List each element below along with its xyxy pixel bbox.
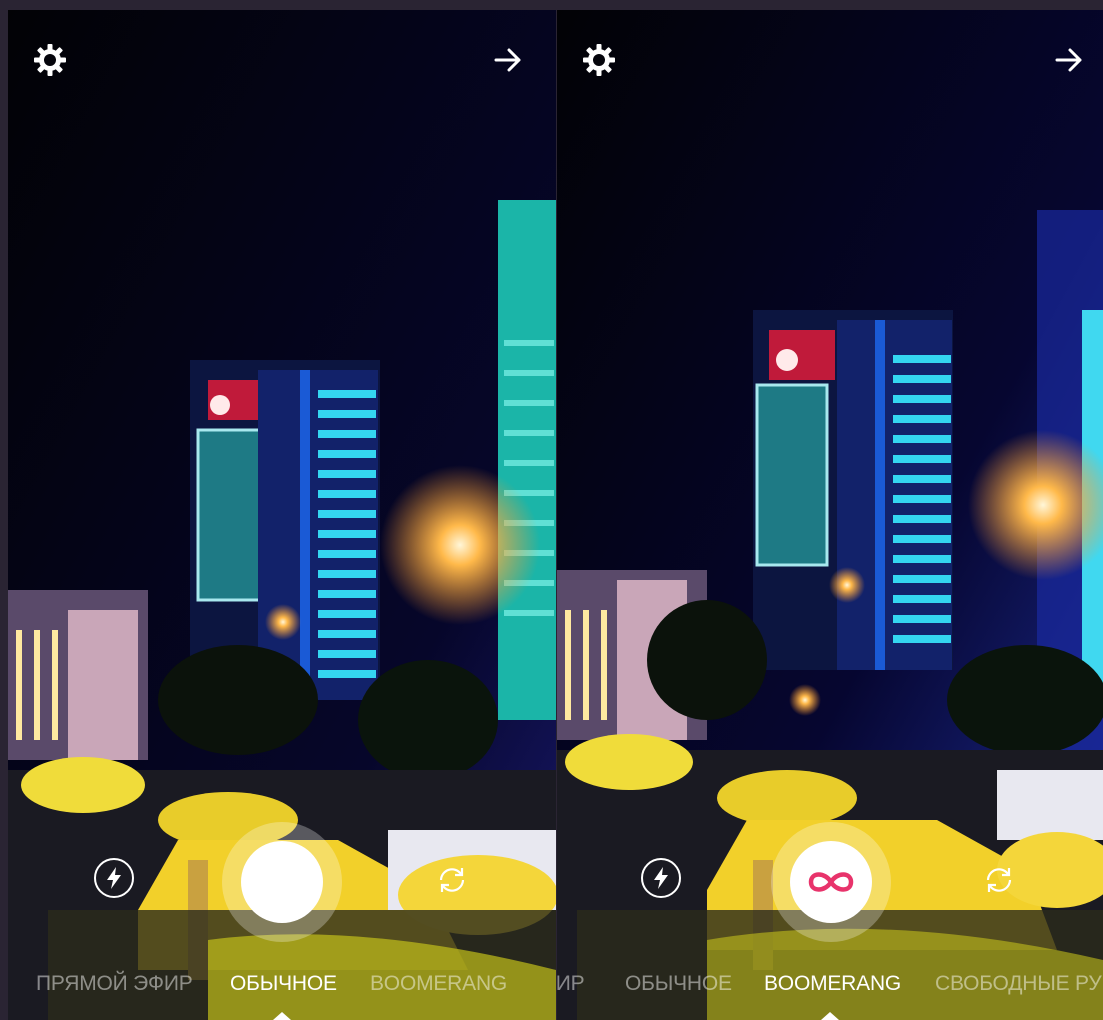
flash-icon[interactable]: [641, 858, 681, 898]
settings-gear-icon[interactable]: [579, 40, 619, 80]
infinity-icon: [808, 872, 854, 892]
camera-screen-normal: ПРЯМОЙ ЭФИР ОБЫЧНОЕ BOOMERANG: [8, 10, 556, 1020]
boomerang-shutter-button[interactable]: [771, 822, 891, 942]
flip-camera-icon[interactable]: [981, 862, 1017, 898]
mode-normal[interactable]: ОБЫЧНОЕ: [230, 972, 337, 996]
flash-icon[interactable]: [94, 858, 134, 898]
settings-gear-icon[interactable]: [30, 40, 70, 80]
shutter-button[interactable]: [222, 822, 342, 942]
mode-hands-free[interactable]: СВОБОДНЫЕ РУКИ: [935, 972, 1103, 996]
shutter-button-inner[interactable]: [241, 841, 323, 923]
mode-boomerang[interactable]: BOOMERANG: [370, 972, 507, 996]
mode-boomerang[interactable]: BOOMERANG: [764, 972, 901, 996]
arrow-right-icon[interactable]: [1049, 40, 1089, 80]
mode-live[interactable]: ПРЯМОЙ ЭФИР: [36, 972, 193, 996]
shutter-button-inner[interactable]: [790, 841, 872, 923]
mode-selector: ФИР ОБЫЧНОЕ BOOMERANG СВОБОДНЫЕ РУКИ: [557, 972, 1103, 1002]
arrow-right-icon[interactable]: [488, 40, 528, 80]
mode-normal[interactable]: ОБЫЧНОЕ: [625, 972, 732, 996]
active-mode-indicator: [273, 1012, 291, 1020]
flip-camera-icon[interactable]: [434, 862, 470, 898]
active-mode-indicator: [821, 1012, 839, 1020]
mode-selector: ПРЯМОЙ ЭФИР ОБЫЧНОЕ BOOMERANG: [8, 972, 556, 1002]
mode-live[interactable]: ФИР: [557, 972, 585, 996]
camera-screen-boomerang: ФИР ОБЫЧНОЕ BOOMERANG СВОБОДНЫЕ РУКИ: [557, 10, 1103, 1020]
